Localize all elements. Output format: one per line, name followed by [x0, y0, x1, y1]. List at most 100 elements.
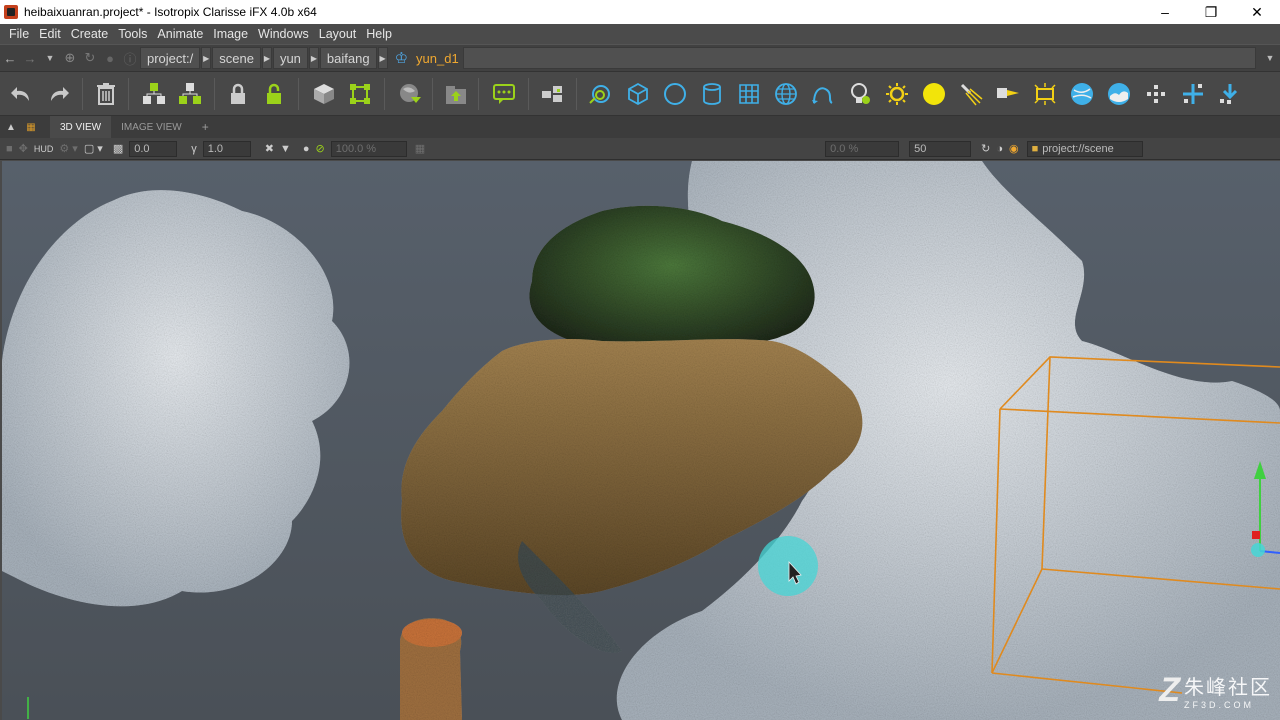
move-icon[interactable]: ✥ — [19, 142, 28, 155]
path-segment-baifang[interactable]: baifang — [319, 47, 377, 69]
panel-menu-icon[interactable]: ▦ — [24, 120, 38, 134]
import-icon[interactable] — [1216, 80, 1244, 108]
path-separator-icon[interactable]: ▶ — [377, 47, 388, 69]
gamma-icon[interactable]: γ — [191, 143, 197, 155]
zf-logo-icon: Z — [1159, 671, 1180, 709]
menu-edit[interactable]: Edit — [34, 27, 66, 41]
path-segment-project[interactable]: project:/ — [140, 47, 201, 69]
menu-layout[interactable]: Layout — [314, 27, 362, 41]
group-icon[interactable] — [140, 80, 168, 108]
current-context[interactable]: ♔ yun_d1 — [395, 49, 459, 67]
title-bar: heibaixuanran.project* - Isotropix Clari… — [0, 0, 1280, 24]
area-light-icon[interactable] — [1031, 80, 1059, 108]
isolate-icon[interactable] — [396, 80, 424, 108]
progress-field[interactable]: 100.0 % — [330, 140, 407, 157]
directional-light-icon[interactable] — [994, 80, 1022, 108]
info-icon[interactable]: ⓘ — [120, 49, 140, 68]
refresh-view-icon[interactable]: ↻ — [981, 142, 990, 155]
globe-icon[interactable] — [1068, 80, 1096, 108]
window-title: heibaixuanran.project* - Isotropix Clari… — [24, 5, 317, 19]
cursor-highlight — [758, 536, 818, 596]
sky-icon[interactable] — [1105, 80, 1133, 108]
ungroup-icon[interactable] — [176, 80, 204, 108]
minimize-button[interactable]: – — [1142, 0, 1188, 24]
context-field-label: project://scene — [1042, 142, 1114, 155]
hud-toggle[interactable]: HUD — [34, 144, 54, 154]
comment-icon[interactable] — [490, 80, 518, 108]
menu-animate[interactable]: Animate — [152, 27, 208, 41]
progressive-icon[interactable]: ⊘ — [315, 142, 324, 155]
path-segment-scene[interactable]: scene — [212, 47, 261, 69]
unlock-icon[interactable] — [260, 80, 288, 108]
tab-3d-view[interactable]: 3D VIEW — [50, 116, 112, 138]
redo-icon[interactable] — [44, 80, 72, 108]
context-field[interactable]: ■ project://scene — [1026, 140, 1143, 157]
menu-windows[interactable]: Windows — [253, 27, 314, 41]
save-icon[interactable]: ■ — [6, 143, 13, 155]
sun-icon[interactable] — [883, 80, 911, 108]
menu-bar: File Edit Create Tools Animate Image Win… — [0, 24, 1280, 44]
undo-icon[interactable] — [8, 80, 36, 108]
monitor-icon[interactable]: ▢ ▾ — [84, 142, 103, 155]
scatter-icon[interactable] — [1142, 80, 1170, 108]
add-tab-button[interactable]: + — [192, 116, 219, 138]
layer-icon[interactable] — [538, 80, 566, 108]
path-dropdown-icon[interactable]: ▼ — [1260, 53, 1280, 63]
add-point-icon[interactable] — [1179, 80, 1207, 108]
shading-icon[interactable]: ◑ — [996, 143, 1003, 155]
delete-icon[interactable] — [92, 80, 120, 108]
display-mode-icon[interactable]: ⚙ ▾ — [59, 142, 77, 155]
render-region-icon[interactable]: ▦ — [415, 142, 425, 155]
tab-image-view[interactable]: IMAGE VIEW — [111, 116, 192, 138]
back-arrow-icon[interactable]: ← — [0, 51, 20, 66]
spot-light-icon[interactable] — [957, 80, 985, 108]
watermark-main: 朱峰社区 — [1184, 677, 1272, 699]
forward-arrow-icon[interactable]: → — [20, 51, 40, 66]
watermark-sub: ZF3D.COM — [1184, 700, 1254, 710]
cylinder-icon[interactable] — [698, 80, 726, 108]
samples-field[interactable]: 50 — [909, 140, 972, 157]
instance-icon[interactable] — [310, 80, 338, 108]
menu-tools[interactable]: Tools — [113, 27, 152, 41]
menu-help[interactable]: Help — [361, 27, 397, 41]
tools-icon[interactable]: ✖ — [265, 142, 274, 155]
restore-button[interactable]: ❐ — [1188, 0, 1234, 24]
camera-icon[interactable]: ● — [303, 143, 310, 155]
watermark: Z 朱峰社区 ZF3D.COM — [1159, 671, 1272, 710]
cycle-icon[interactable] — [586, 80, 614, 108]
light-bulb-icon[interactable] — [846, 80, 874, 108]
menu-image[interactable]: Image — [208, 27, 253, 41]
lock-icon[interactable] — [224, 80, 252, 108]
3d-viewport[interactable]: Z 朱峰社区 ZF3D.COM — [2, 161, 1280, 720]
stop-icon[interactable]: ● — [100, 51, 120, 66]
target-icon[interactable]: ⊕ — [60, 50, 80, 66]
yellow-sphere-icon[interactable] — [920, 80, 948, 108]
curve-icon[interactable] — [809, 80, 837, 108]
sphere-icon[interactable] — [772, 80, 800, 108]
exposure-icon[interactable]: ▩ — [113, 142, 123, 155]
gamma-field[interactable]: 1.0 — [202, 140, 251, 157]
scene-render — [2, 161, 1280, 720]
context-up-icon[interactable] — [442, 80, 470, 108]
path-segment-yun[interactable]: yun — [272, 47, 308, 69]
path-separator-icon[interactable]: ▶ — [261, 47, 272, 69]
circle-icon[interactable] — [661, 80, 689, 108]
path-separator-icon[interactable]: ▶ — [308, 47, 319, 69]
visibility-eye-icon[interactable]: ◉ — [1009, 142, 1019, 155]
grid-icon[interactable] — [735, 80, 763, 108]
exposure-field[interactable]: 0.0 — [129, 140, 178, 157]
path-separator-icon[interactable]: ▶ — [201, 47, 212, 69]
history-dropdown-icon[interactable]: ▼ — [40, 53, 60, 63]
box-icon[interactable] — [624, 80, 652, 108]
refresh-icon[interactable]: ↻ — [80, 50, 100, 66]
left-cloud — [2, 190, 350, 607]
menu-file[interactable]: File — [4, 27, 34, 41]
sampling-field[interactable]: 0.0 % — [825, 140, 900, 157]
lock-small-icon[interactable]: ▲ — [4, 120, 18, 134]
menu-create[interactable]: Create — [66, 27, 114, 41]
filter-icon[interactable]: ▼ — [280, 143, 291, 155]
snap-icon[interactable] — [346, 80, 374, 108]
clarisse-app-icon — [4, 5, 18, 19]
path-field[interactable] — [462, 47, 1256, 69]
close-button[interactable]: ✕ — [1234, 0, 1280, 24]
